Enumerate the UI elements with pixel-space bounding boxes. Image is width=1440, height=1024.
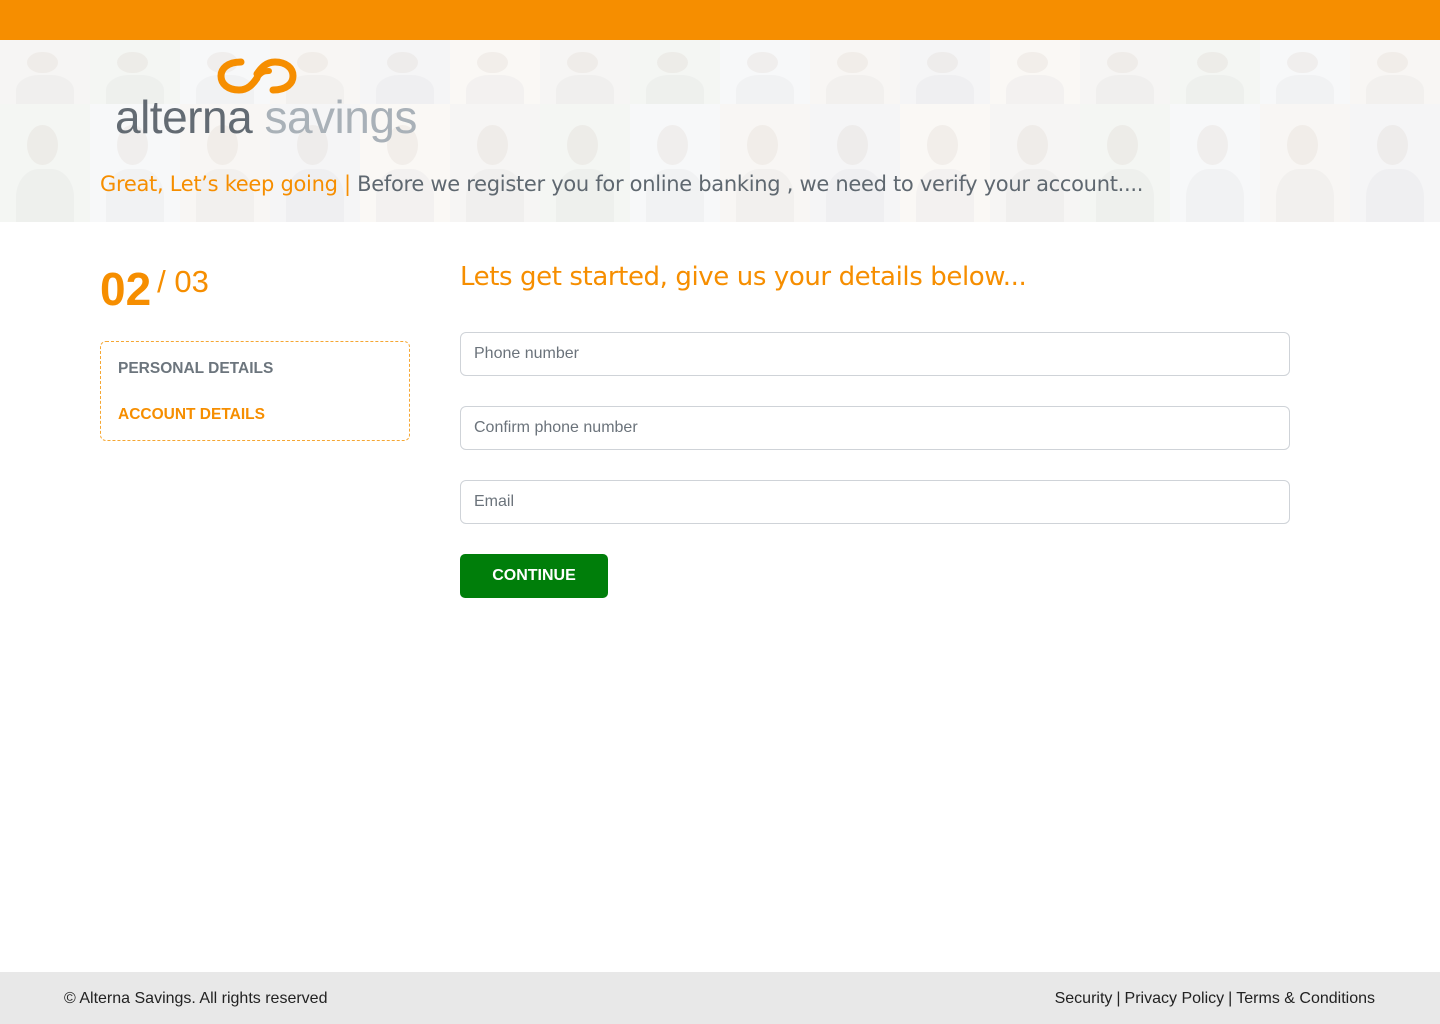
phone-number-input[interactable] xyxy=(460,332,1290,376)
interlocking-rings-icon xyxy=(217,58,297,94)
logo-word-alterna: alterna xyxy=(115,91,253,143)
hero-accent-text: Great, Let’s keep going xyxy=(100,172,338,196)
top-accent-bar xyxy=(0,0,1440,40)
step-personal-details: PERSONAL DETAILS xyxy=(118,360,274,377)
continue-button[interactable]: CONTINUE xyxy=(460,554,608,598)
footer-separator: | xyxy=(1228,990,1233,1007)
security-link[interactable]: Security xyxy=(1055,990,1113,1007)
logo-word-savings: savings xyxy=(264,91,417,143)
step-account-details: ACCOUNT DETAILS xyxy=(118,406,265,423)
footer-links: Security | Privacy Policy | Terms & Conditio… xyxy=(1055,990,1375,1008)
steps-list: PERSONAL DETAILS ACCOUNT DETAILS xyxy=(100,341,410,441)
confirm-phone-number-input[interactable] xyxy=(460,406,1290,450)
hero-message-text: Before we register you for online bankin… xyxy=(357,172,1144,196)
terms-conditions-link[interactable]: Terms & Conditions xyxy=(1236,990,1375,1007)
step-current: 02 xyxy=(100,263,152,315)
step-counter: 02/ 03 xyxy=(100,262,209,316)
footer: © Alterna Savings. All rights reserved S… xyxy=(0,972,1440,1024)
form-title: Lets get started, give us your details b… xyxy=(460,262,1027,292)
hero-banner: alterna savings Great, Let’s keep going … xyxy=(0,40,1440,222)
email-input[interactable] xyxy=(460,480,1290,524)
hero-message: Great, Let’s keep going | Before we regi… xyxy=(100,172,1143,196)
privacy-policy-link[interactable]: Privacy Policy xyxy=(1125,990,1225,1007)
brand-logo[interactable]: alterna savings xyxy=(115,56,417,148)
step-total: / 03 xyxy=(157,264,209,299)
copyright-text: © Alterna Savings. All rights reserved xyxy=(64,990,328,1007)
logo-wordmark: alterna savings xyxy=(115,94,417,140)
footer-separator: | xyxy=(1116,990,1121,1007)
hero-separator: | xyxy=(344,172,351,196)
